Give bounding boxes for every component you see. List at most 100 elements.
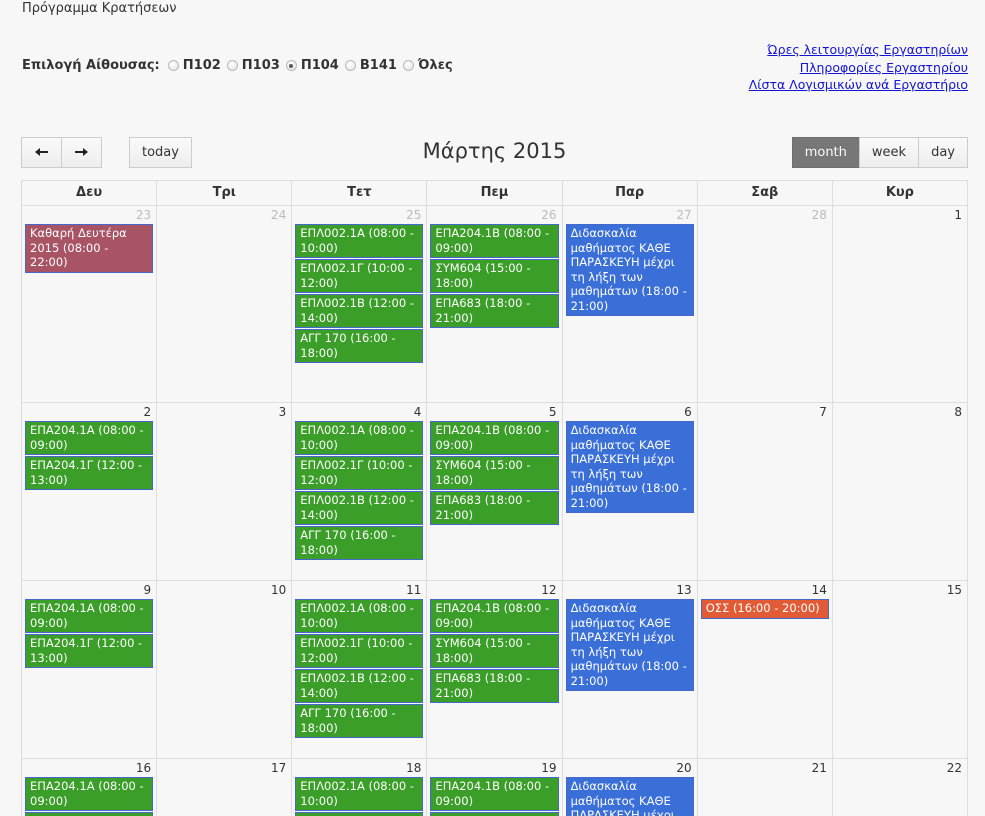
radio-button-icon[interactable] [402,60,414,71]
day-number: 5 [548,405,557,419]
day-cell[interactable]: 11 ΕΠΛ002.1Α (08:00 - 10:00) ΕΠΛ002.1Γ (10… [292,581,428,759]
calendar-event[interactable]: ΣΥΜ604 (15:00 - 18:00) [430,634,559,668]
calendar-event[interactable]: Διδασκαλία μαθήματος ΚΑΘΕ ΠΑΡΑΣΚΕΥΗ μέχρ… [565,777,694,816]
link-lab-hours[interactable]: Ώρες λειτουργίας Εργαστηρίων [749,41,968,59]
day-cell[interactable]: 14 ΟΣΣ (16:00 - 20:00) [697,581,833,759]
room-radio-label: Π102 [182,58,221,73]
calendar-event[interactable]: Καθαρή Δευτέρα 2015 (08:00 - 22:00) [25,224,154,273]
day-number: 10 [271,583,287,597]
room-radio-Π104[interactable]: Π104 [285,58,339,73]
calendar-event[interactable]: ΕΠΛ002.1Γ (10:00 - 12:00) [295,259,424,293]
day-cell[interactable]: 10 [157,581,293,759]
calendar-event[interactable]: ΣΥΜ604 (15:00 - 18:00) [430,259,559,293]
calendar-event[interactable]: ΕΠΑ204.1Γ (12:00 - 13:00) [25,456,154,490]
calendar-event[interactable]: ΕΠΑ204.1Β (08:00 - 09:00) [430,777,559,811]
calendar-event[interactable]: ΑΓΓ 170 (16:00 - 18:00) [295,526,424,560]
calendar-event[interactable]: ΕΠΑ683 (18:00 - 21:00) [430,669,559,703]
calendar-event[interactable]: Διδασκαλία μαθήματος ΚΑΘΕ ΠΑΡΑΣΚΕΥΗ μέχρ… [565,224,694,316]
day-cell[interactable]: 4 ΕΠΛ002.1Α (08:00 - 10:00) ΕΠΛ002.1Γ (10:… [292,403,428,581]
day-cell[interactable]: 28 [697,206,833,403]
day-cell[interactable]: 21 [697,759,833,816]
day-number: 21 [811,761,827,775]
calendar-event[interactable]: ΣΥΜ604 (15:00 - 18:00) [430,812,559,816]
calendar-event[interactable]: ΕΠΑ204.1Β (08:00 - 09:00) [430,421,559,455]
radio-button-icon[interactable] [167,60,179,71]
day-number: 6 [684,405,692,419]
day-cell[interactable]: 1 [832,206,968,403]
day-number: 15 [946,583,962,597]
calendar-event[interactable]: ΕΠΑ204.1Γ (12:00 - 13:00) [25,634,154,668]
room-radio-label: Π104 [300,58,339,73]
calendar-event[interactable]: ΑΓΓ 170 (16:00 - 18:00) [295,704,424,738]
calendar-event[interactable]: ΕΠΛ002.1Β (12:00 - 14:00) [295,491,424,525]
radio-button-icon[interactable] [344,60,356,71]
day-cell[interactable]: 25 ΕΠΛ002.1Α (08:00 - 10:00) ΕΠΛ002.1Γ (10… [292,206,428,403]
calendar-event[interactable]: ΕΠΛ002.1Β (12:00 - 14:00) [295,669,424,703]
calendar-event[interactable]: Διδασκαλία μαθήματος ΚΑΘΕ ΠΑΡΑΣΚΕΥΗ μέχρ… [565,421,694,513]
calendar-event[interactable]: Διδασκαλία μαθήματος ΚΑΘΕ ΠΑΡΑΣΚΕΥΗ μέχρ… [565,599,694,691]
calendar-event[interactable]: ΣΥΜ604 (15:00 - 18:00) [430,456,559,490]
calendar-body: 23 Καθαρή Δευτέρα 2015 (08:00 - 22:00) 24 2… [22,206,968,816]
room-radio-Π102[interactable]: Π102 [167,58,221,73]
day-cell[interactable]: 19 ΕΠΑ204.1Β (08:00 - 09:00)ΣΥΜ604 (15:00… [427,759,563,816]
calendar-event[interactable]: ΕΠΑ683 (18:00 - 21:00) [430,294,559,328]
day-cell[interactable]: 26 ΕΠΑ204.1Β (08:00 - 09:00) ΣΥΜ604 (15:00… [427,206,563,403]
calendar-event[interactable]: ΕΠΑ204.1Α (08:00 - 09:00) [25,599,154,633]
calendar-day-headers: Δευ Τρι Τετ Πεμ Παρ Σαβ Κυρ [22,181,968,206]
calendar-event[interactable]: ΕΠΑ204.1Β (08:00 - 09:00) [430,599,559,633]
day-cell[interactable]: 13 Διδασκαλία μαθήματος ΚΑΘΕ ΠΑΡΑΣΚΕΥΗ μέ… [562,581,698,759]
day-cell[interactable]: 20 Διδασκαλία μαθήματος ΚΑΘΕ ΠΑΡΑΣΚΕΥΗ μέ… [562,759,698,816]
day-header-Πεμ: Πεμ [427,181,563,206]
calendar-event[interactable]: ΕΠΛ002.1Β (12:00 - 14:00) [295,294,424,328]
view-button-day[interactable]: day [918,137,968,168]
room-radio-Β141[interactable]: Β141 [344,58,397,73]
calendar-event[interactable]: ΕΠΑ683 (18:00 - 21:00) [430,491,559,525]
link-software-list[interactable]: Λίστα Λογισμικών ανά Εργαστήριο [749,76,968,94]
radio-button-icon[interactable] [285,60,297,71]
day-cell[interactable]: 8 [832,403,968,581]
calendar-week-row: 9 ΕΠΑ204.1Α (08:00 - 09:00) ΕΠΑ204.1Γ (12:… [22,581,968,759]
calendar-event[interactable]: ΟΣΣ (16:00 - 20:00) [700,599,829,619]
day-number: 25 [406,208,422,222]
calendar-event[interactable]: ΕΠΑ204.1Α (08:00 - 09:00) [25,777,154,811]
day-cell[interactable]: 9 ΕΠΑ204.1Α (08:00 - 09:00) ΕΠΑ204.1Γ (12:… [22,581,158,759]
day-cell[interactable]: 18 ΕΠΛ002.1Α (08:00 - 10:00)ΕΠΛ002.1Γ (10… [292,759,428,816]
calendar-event[interactable]: ΕΠΛ002.1Γ (10:00 - 12:00) [295,812,424,816]
view-button-week[interactable]: week [858,137,920,168]
day-cell[interactable]: 23 Καθαρή Δευτέρα 2015 (08:00 - 22:00) [22,206,158,403]
calendar-week-row: 16 ΕΠΑ204.1Α (08:00 - 09:00)ΕΠΑ204.1Γ (12… [22,759,968,816]
calendar-event[interactable]: ΕΠΑ204.1Γ (12:00 - 13:00) [25,812,154,816]
calendar-event[interactable]: ΕΠΛ002.1Α (08:00 - 10:00) [295,421,424,455]
day-cell[interactable]: 16 ΕΠΑ204.1Α (08:00 - 09:00)ΕΠΑ204.1Γ (12… [22,759,158,816]
calendar-event[interactable]: ΕΠΑ204.1Β (08:00 - 09:00) [430,224,559,258]
room-radio-Όλες[interactable]: Όλες [402,58,453,73]
day-cell[interactable]: 15 [832,581,968,759]
room-radio-Π103[interactable]: Π103 [226,58,280,73]
calendar-event[interactable]: ΕΠΛ002.1Γ (10:00 - 12:00) [295,456,424,490]
info-links: Ώρες λειτουργίας Εργαστηρίων Πληροφορίες… [749,41,968,94]
link-lab-info[interactable]: Πληροφορίες Εργαστηρίου [749,59,968,77]
day-cell[interactable]: 12 ΕΠΑ204.1Β (08:00 - 09:00) ΣΥΜ604 (15:00… [427,581,563,759]
room-radio-group: Π102 Π103 Π104 Β141 Όλες [167,58,459,73]
day-cell[interactable]: 27 Διδασκαλία μαθήματος ΚΑΘΕ ΠΑΡΑΣΚΕΥΗ μέ… [562,206,698,403]
calendar-event[interactable]: ΑΓΓ 170 (16:00 - 18:00) [295,329,424,363]
day-cell[interactable]: 24 [157,206,293,403]
day-cell[interactable]: 3 [157,403,293,581]
day-cell[interactable]: 7 [697,403,833,581]
calendar-event[interactable]: ΕΠΛ002.1Α (08:00 - 10:00) [295,599,424,633]
day-number: 19 [541,761,557,775]
day-cell[interactable]: 5 ΕΠΑ204.1Β (08:00 - 09:00) ΣΥΜ604 (15:00 … [427,403,563,581]
day-cell[interactable]: 17 [157,759,293,816]
view-button-month[interactable]: month [791,137,860,168]
calendar-event[interactable]: ΕΠΑ204.1Α (08:00 - 09:00) [25,421,154,455]
radio-button-icon[interactable] [226,60,238,71]
day-cell[interactable]: 6 Διδασκαλία μαθήματος ΚΑΘΕ ΠΑΡΑΣΚΕΥΗ μέχ… [562,403,698,581]
page-title: Πρόγραμμα Κρατήσεων [22,1,177,16]
day-number: 11 [406,583,422,597]
calendar-event[interactable]: ΕΠΛ002.1Α (08:00 - 10:00) [295,224,424,258]
calendar-event[interactable]: ΕΠΛ002.1Α (08:00 - 10:00) [295,777,424,811]
day-cell[interactable]: 2 ΕΠΑ204.1Α (08:00 - 09:00) ΕΠΑ204.1Γ (12:… [22,403,158,581]
day-number: 14 [811,583,827,597]
calendar-event[interactable]: ΕΠΛ002.1Γ (10:00 - 12:00) [295,634,424,668]
day-cell[interactable]: 22 [832,759,968,816]
